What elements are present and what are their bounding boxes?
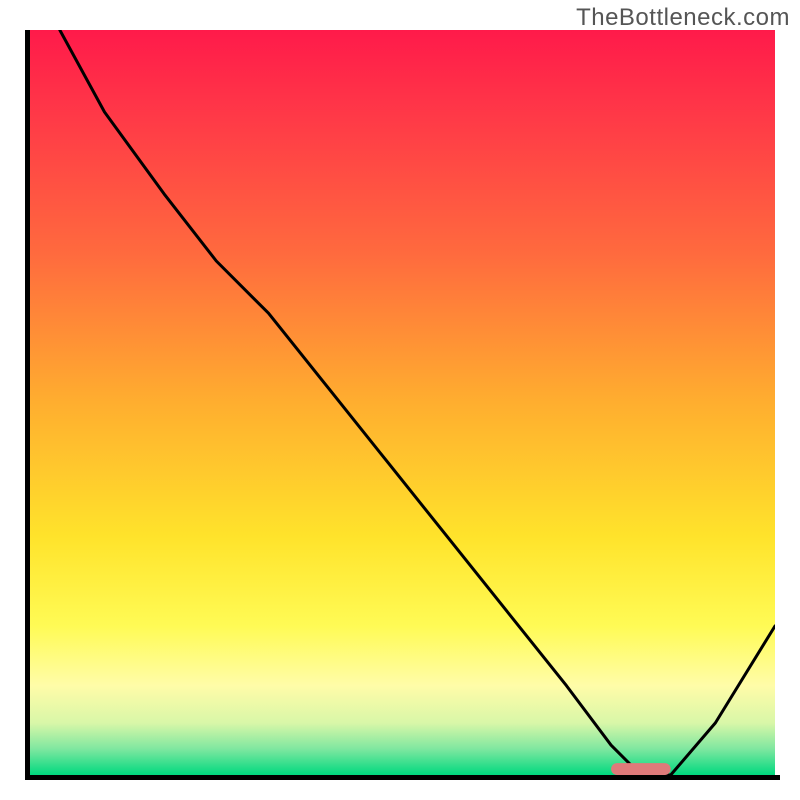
optimal-range-marker <box>611 763 671 775</box>
plot-area <box>30 30 775 775</box>
chart-container: TheBottleneck.com <box>0 0 800 800</box>
gradient-background <box>30 30 775 775</box>
x-axis <box>25 775 780 780</box>
plot-svg <box>30 30 775 775</box>
watermark-text: TheBottleneck.com <box>576 4 790 32</box>
